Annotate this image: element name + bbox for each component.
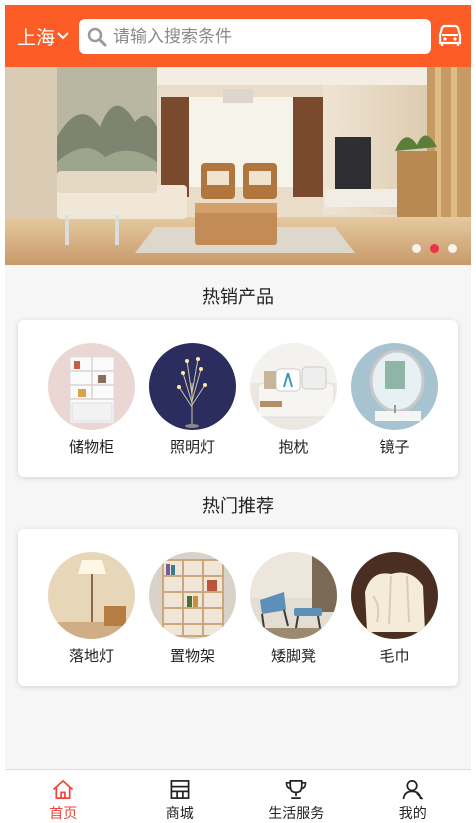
user-icon [402, 780, 423, 800]
tab-label: 商城 [165, 805, 194, 821]
lighting-lamp-image [149, 343, 236, 430]
tab-label: 我的 [398, 805, 427, 821]
app-frame: 上海 请输入搜索条件 热销产品 储物柜 照明灯 抱枕 镜子 热门推荐 落地灯 置… [5, 5, 471, 823]
top-bar: 上海 [5, 5, 471, 67]
shelf-image [149, 552, 236, 639]
tab-life-services[interactable]: 生活服务 [238, 770, 355, 823]
search-box [79, 19, 431, 54]
carousel-dot[interactable] [448, 244, 457, 253]
item-label: 镜子 [379, 439, 410, 456]
store-icon [170, 780, 190, 799]
tab-label: 首页 [49, 805, 78, 821]
product-item-storage-cabinet[interactable]: 储物柜 [41, 343, 142, 457]
banner-carousel[interactable] [5, 67, 471, 265]
chevron-down-icon [57, 32, 69, 40]
trophy-icon [285, 780, 307, 799]
carousel-dot-active[interactable] [430, 244, 439, 253]
recommended-title: 热门推荐 [202, 496, 274, 516]
carousel-dot[interactable] [412, 244, 421, 253]
tab-label: 生活服务 [268, 805, 325, 821]
home-icon [53, 779, 74, 799]
floor-lamp-image [48, 552, 135, 639]
towel-image [351, 552, 438, 639]
carousel-indicators [412, 244, 457, 253]
tab-mine[interactable]: 我的 [355, 770, 472, 823]
item-label: 置物架 [169, 648, 215, 665]
product-item-low-stool[interactable]: 矮脚凳 [243, 552, 344, 666]
storage-cabinet-image [48, 343, 135, 430]
low-stool-image [250, 552, 337, 639]
recommended-card: 落地灯 置物架 矮脚凳 毛巾 [18, 529, 458, 686]
pillow-image [250, 343, 337, 430]
item-label: 储物柜 [68, 439, 114, 456]
hot-products-title: 热销产品 [202, 287, 274, 307]
city-selector[interactable]: 上海 [17, 24, 69, 49]
product-item-mirror[interactable]: 镜子 [344, 343, 445, 457]
item-label: 矮脚凳 [270, 648, 316, 665]
search-icon [87, 27, 107, 46]
product-item-floor-lamp[interactable]: 落地灯 [41, 552, 142, 666]
product-item-towel[interactable]: 毛巾 [344, 552, 445, 666]
tab-store[interactable]: 商城 [122, 770, 239, 823]
mirror-image [351, 343, 438, 430]
product-item-pillow[interactable]: 抱枕 [243, 343, 344, 457]
car-icon[interactable] [437, 24, 463, 48]
bottom-tab-bar: 首页 商城 生活服务 我的 [5, 769, 471, 823]
product-item-shelf[interactable]: 置物架 [142, 552, 243, 666]
item-label: 落地灯 [68, 648, 114, 665]
item-label: 毛巾 [379, 648, 410, 665]
city-label: 上海 [17, 27, 56, 49]
item-label: 照明灯 [169, 439, 215, 456]
banner-image [5, 67, 471, 265]
tab-home[interactable]: 首页 [5, 770, 122, 823]
hot-products-card: 储物柜 照明灯 抱枕 镜子 [18, 320, 458, 477]
item-label: 抱枕 [278, 439, 309, 456]
product-item-lighting-lamp[interactable]: 照明灯 [142, 343, 243, 457]
search-input[interactable] [113, 26, 413, 47]
